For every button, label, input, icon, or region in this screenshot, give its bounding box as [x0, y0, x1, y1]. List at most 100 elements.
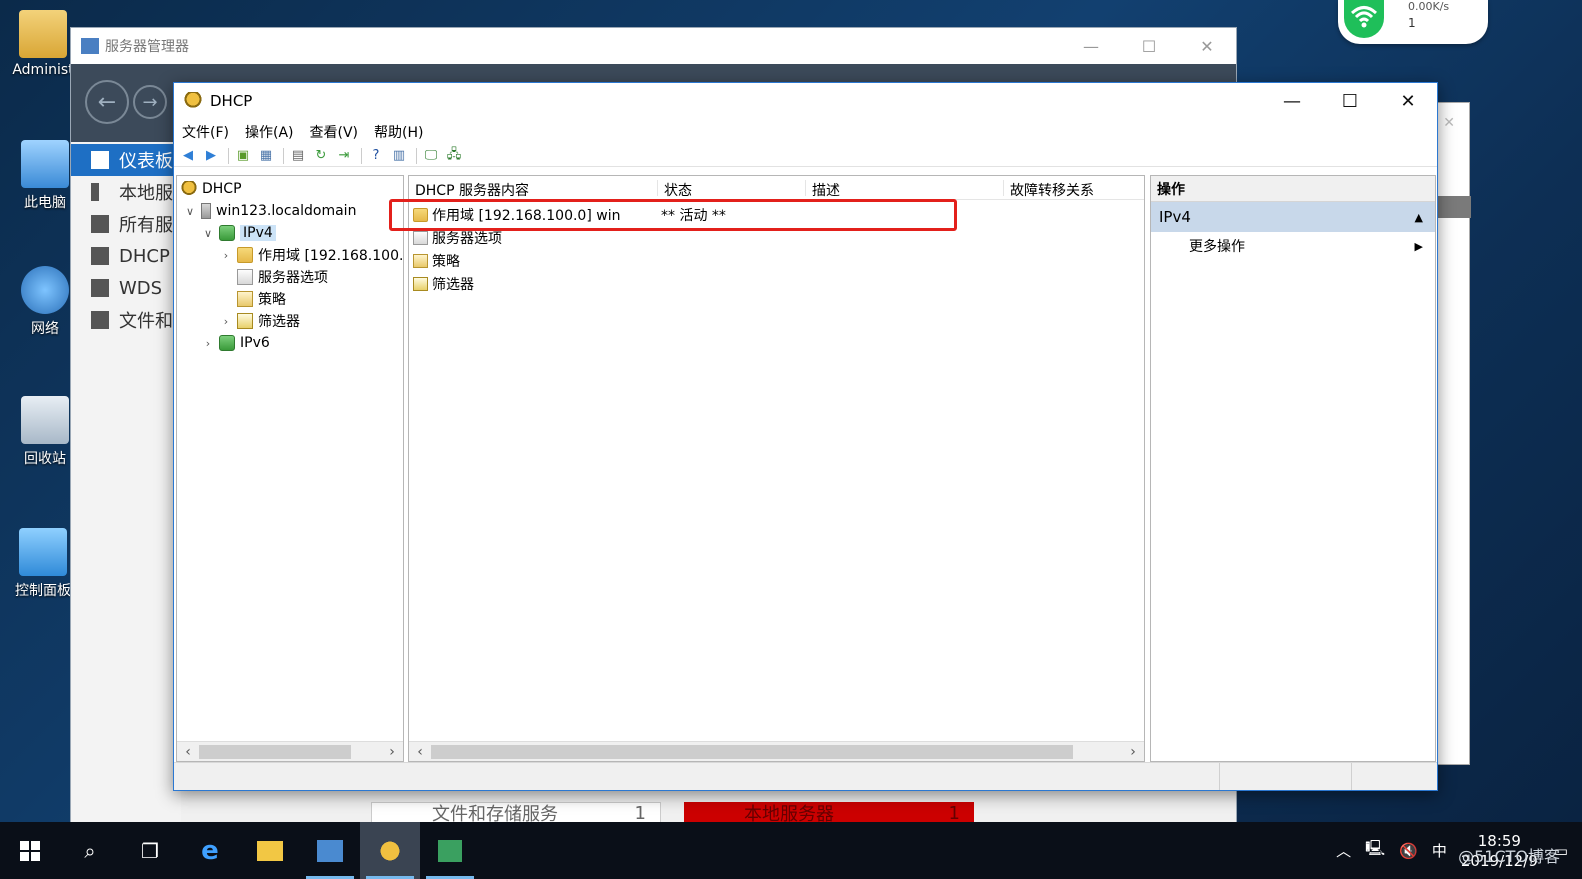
tile-count: 1 — [634, 802, 646, 824]
monitor-icon[interactable]: 🖵 — [421, 147, 441, 165]
internet-explorer-icon: e — [201, 835, 219, 866]
tile-count: 1 — [948, 802, 960, 824]
actions-section-ipv4[interactable]: IPv4 ▲ — [1151, 202, 1435, 232]
taskbar-file-explorer[interactable] — [240, 822, 300, 879]
tree-item-server-options[interactable]: 服务器选项 — [237, 266, 328, 288]
menu-help[interactable]: 帮助(H) — [374, 122, 423, 142]
export-list-icon[interactable]: ⇥ — [334, 147, 354, 165]
refresh-icon[interactable]: ↻ — [311, 147, 331, 165]
menu-view[interactable]: 查看(V) — [310, 122, 359, 142]
expand-chevron-icon[interactable]: › — [219, 315, 233, 328]
column-header-failover[interactable]: 故障转移关系 — [1003, 180, 1094, 199]
scroll-left-icon[interactable]: ‹ — [411, 743, 429, 761]
sidebar-item-dashboard[interactable]: 仪表板 — [71, 144, 181, 176]
wifi-icon — [1344, 0, 1384, 38]
column-header-description[interactable]: 描述 — [805, 180, 840, 199]
volume-muted-icon[interactable]: 🔇 — [1399, 842, 1418, 860]
tree-item-label: 策略 — [258, 292, 286, 308]
collapse-triangle-icon[interactable]: ▲ — [1415, 211, 1423, 224]
tile-local-server[interactable]: 本地服务器 1 — [684, 802, 974, 825]
tree-pane[interactable]: DHCP ∨ win123.localdomain ∨ IPv4 › 作用域 [… — [176, 175, 404, 762]
start-button[interactable] — [0, 822, 60, 879]
tree-item-label: 服务器选项 — [258, 270, 328, 286]
list-item-filters[interactable]: 筛选器 — [413, 273, 474, 295]
dashboard-icon — [91, 151, 109, 169]
content-horizontal-scrollbar[interactable]: ‹ › — [409, 741, 1144, 761]
status-bar — [174, 762, 1437, 790]
tile-file-storage[interactable]: 文件和存储服务 1 — [371, 802, 661, 825]
wds-role-icon — [91, 279, 109, 297]
server-manager-title: 服务器管理器 — [105, 39, 189, 55]
content-pane[interactable]: DHCP 服务器内容 状态 描述 故障转移关系 作用域 [192.168.100… — [408, 175, 1145, 762]
network-speed-widget[interactable]: 0.00K/s 1 — [1338, 0, 1488, 44]
collapse-chevron-icon[interactable]: ∨ — [201, 227, 215, 240]
expand-chevron-icon[interactable]: › — [201, 337, 215, 350]
action-more-actions[interactable]: 更多操作 ▶ — [1151, 232, 1435, 260]
tree-item-ipv6[interactable]: › IPv6 — [201, 332, 270, 354]
back-arrow-icon[interactable]: ◀ — [178, 147, 198, 165]
taskbar-server-manager[interactable] — [300, 822, 360, 879]
sidebar-item-local-server[interactable]: 本地服务器 — [71, 176, 181, 208]
taskbar-internet-explorer[interactable]: e — [180, 822, 240, 879]
dhcp-window[interactable]: DHCP — ☐ ✕ 文件(F) 操作(A) 查看(V) 帮助(H) ◀ ▶ ▣… — [173, 82, 1438, 791]
sidebar-item-wds[interactable]: WDS — [71, 272, 181, 304]
tree-item-scope[interactable]: › 作用域 [192.168.100. — [219, 244, 403, 266]
column-header-content[interactable]: DHCP 服务器内容 — [409, 180, 529, 199]
tree-item-policies[interactable]: 策略 — [237, 288, 286, 310]
scroll-left-icon[interactable]: ‹ — [179, 743, 197, 761]
network-monitor-icon[interactable]: 🖧 — [444, 147, 464, 165]
list-item-name: 策略 — [432, 254, 460, 270]
close-icon[interactable]: ✕ — [1443, 115, 1455, 131]
recycle-bin-icon — [21, 396, 69, 444]
sidebar-item-label: DHCP — [119, 245, 170, 267]
sidebar-item-all-servers[interactable]: 所有服务器 — [71, 208, 181, 240]
tree-item-filters[interactable]: › 筛选器 — [219, 310, 300, 332]
forward-button[interactable]: → — [133, 85, 167, 119]
taskbar-dhcp[interactable] — [360, 822, 420, 879]
close-button[interactable]: ✕ — [1178, 28, 1236, 64]
server-manager-sidebar: 仪表板 本地服务器 所有服务器 DHCP WDS 文件和存储服务 — [71, 142, 181, 824]
show-action-pane-icon[interactable]: ▥ — [389, 147, 409, 165]
minimize-button[interactable]: — — [1263, 83, 1321, 119]
up-folder-icon[interactable]: ▣ — [233, 147, 253, 165]
task-view-button[interactable]: ❐ — [120, 822, 180, 879]
dhcp-role-icon — [91, 247, 109, 265]
tree-horizontal-scrollbar[interactable]: ‹ › — [177, 741, 403, 761]
list-item-policies[interactable]: 策略 — [413, 250, 460, 272]
tree-item-ipv4[interactable]: ∨ IPv4 — [201, 222, 276, 244]
maximize-button[interactable]: ☐ — [1321, 83, 1379, 119]
sidebar-item-dhcp[interactable]: DHCP — [71, 240, 181, 272]
scroll-thumb[interactable] — [199, 745, 351, 759]
taskbar-network-app[interactable] — [420, 822, 480, 879]
column-header-status[interactable]: 状态 — [657, 180, 692, 199]
properties-icon[interactable]: ▤ — [288, 147, 308, 165]
scroll-thumb[interactable] — [431, 745, 1073, 759]
background-dialog: ✕ — [1436, 102, 1471, 765]
close-button[interactable]: ✕ — [1379, 83, 1437, 119]
sidebar-item-label: 所有服务器 — [119, 215, 181, 236]
menu-file[interactable]: 文件(F) — [182, 122, 229, 142]
tree-item-label: IPv4 — [240, 225, 276, 241]
scroll-right-icon[interactable]: › — [383, 743, 401, 761]
network-tray-icon[interactable]: 🖳 — [1365, 838, 1385, 863]
forward-arrow-icon[interactable]: ▶ — [201, 147, 221, 165]
search-button[interactable]: ⌕ — [60, 822, 120, 879]
input-method-indicator[interactable]: 中 — [1432, 840, 1447, 861]
tree-item-label: IPv6 — [240, 335, 270, 351]
show-hide-tree-icon[interactable]: ▦ — [256, 147, 276, 165]
tree-item-label: DHCP — [202, 181, 242, 197]
server-icon — [91, 183, 99, 201]
back-button[interactable]: ← — [85, 80, 129, 124]
menu-action[interactable]: 操作(A) — [245, 122, 294, 142]
scroll-right-icon[interactable]: › — [1124, 743, 1142, 761]
collapse-chevron-icon[interactable]: ∨ — [183, 205, 197, 218]
help-icon[interactable]: ? — [366, 147, 386, 165]
minimize-button[interactable]: — — [1062, 28, 1120, 64]
expand-chevron-icon[interactable]: › — [219, 249, 233, 262]
sidebar-item-file-storage[interactable]: 文件和存储服务 — [71, 304, 181, 336]
tree-item-dhcp[interactable]: DHCP — [181, 178, 242, 200]
maximize-button[interactable]: ☐ — [1120, 28, 1178, 64]
show-hidden-icons-chevron[interactable]: ︿ — [1336, 840, 1351, 861]
network-count: 1 — [1408, 16, 1416, 30]
tree-item-server[interactable]: ∨ win123.localdomain — [183, 200, 356, 222]
